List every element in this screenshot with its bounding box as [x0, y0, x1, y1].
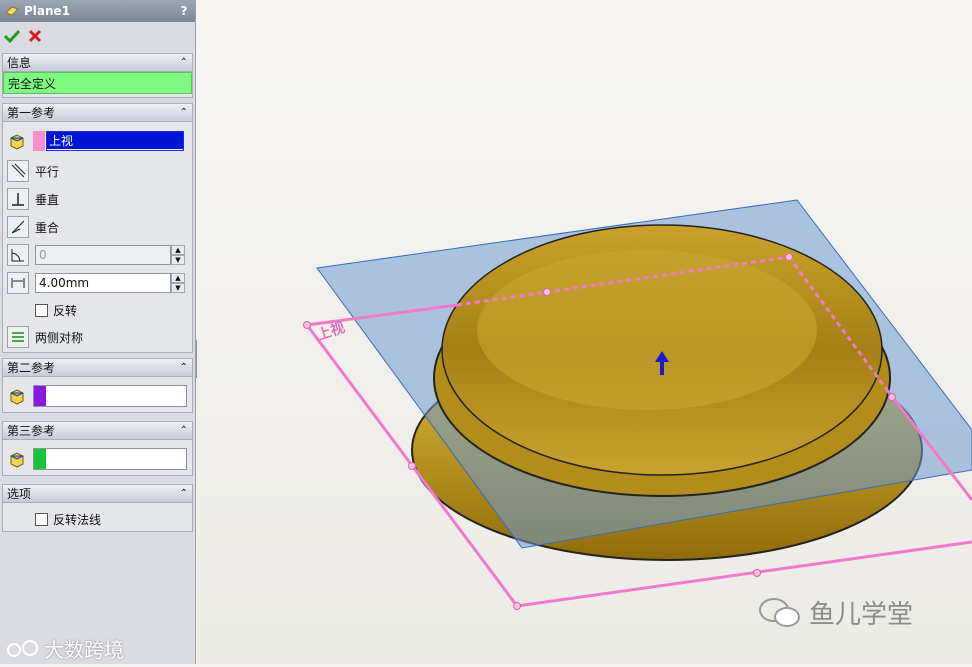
logo-icon — [6, 638, 44, 660]
reference-cube-icon — [7, 449, 27, 469]
parallel-label: 平行 — [35, 163, 59, 180]
first-ref-swatch — [33, 131, 45, 151]
distance-icon[interactable] — [7, 272, 29, 294]
info-header-label: 信息 — [7, 54, 31, 71]
options-header[interactable]: 选项 ⌃ — [3, 485, 192, 503]
collapse-icon[interactable]: ⌃ — [180, 488, 188, 499]
reference-cube-icon — [7, 131, 27, 151]
third-reference-field[interactable] — [33, 448, 187, 470]
collapse-icon[interactable]: ⌃ — [180, 362, 188, 373]
option-coincident[interactable]: 重合 — [7, 216, 59, 238]
action-row — [0, 22, 195, 50]
flip-normal-checkbox[interactable] — [35, 513, 48, 526]
flip-row[interactable]: 反转 — [35, 302, 77, 319]
angle-icon[interactable] — [7, 244, 29, 266]
model-canvas[interactable]: 上视 — [197, 0, 972, 664]
panel-title: Plane1 — [24, 4, 70, 18]
info-section: 信息 ⌃ 完全定义 — [2, 53, 193, 98]
distance-input[interactable]: 4.00mm — [35, 273, 171, 293]
distance-row: 4.00mm ▲▼ — [7, 272, 185, 294]
help-button[interactable]: ? — [177, 4, 191, 18]
coincident-icon[interactable] — [7, 216, 29, 238]
info-header[interactable]: 信息 ⌃ — [3, 54, 192, 72]
left-watermark: 大数跨境 — [6, 634, 124, 663]
ok-checkmark-icon[interactable] — [4, 29, 20, 43]
options-header-label: 选项 — [7, 485, 31, 502]
second-ref-swatch — [34, 386, 46, 406]
first-reference-value: 上视 — [47, 132, 183, 149]
panel-titlebar: Plane1 ? — [0, 0, 195, 22]
right-watermark: 鱼儿学堂 — [757, 594, 913, 631]
property-manager-panel: Plane1 ? 信息 ⌃ 完全定义 第一参考 ⌃ 上视 平行 垂直 — [0, 0, 196, 664]
options-section: 选项 ⌃ 反转法线 — [2, 484, 193, 532]
second-reference-row — [7, 385, 187, 407]
second-reference-field[interactable] — [33, 385, 187, 407]
second-reference-header[interactable]: 第二参考 ⌃ — [3, 359, 192, 377]
third-reference-header-label: 第三参考 — [7, 422, 55, 439]
graphics-viewport[interactable]: 上视 鱼儿学堂 — [197, 0, 972, 664]
mid-plane-row[interactable]: 两侧对称 — [7, 326, 83, 348]
plane-feature-icon — [4, 4, 20, 18]
first-reference-selection-row: 上视 — [7, 131, 185, 151]
angle-spinner[interactable]: ▲▼ — [171, 245, 185, 265]
flip-normal-row[interactable]: 反转法线 — [35, 511, 101, 528]
mid-plane-icon[interactable] — [7, 326, 29, 348]
first-reference-section: 第一参考 ⌃ 上视 平行 垂直 重合 0 ▲▼ — [2, 103, 193, 353]
first-reference-header[interactable]: 第一参考 ⌃ — [3, 104, 192, 122]
left-watermark-text: 大数跨境 — [44, 634, 124, 663]
flip-checkbox[interactable] — [35, 304, 48, 317]
right-watermark-text: 鱼儿学堂 — [809, 594, 913, 631]
third-ref-swatch — [34, 449, 46, 469]
third-reference-section: 第三参考 ⌃ — [2, 421, 193, 476]
first-reference-field[interactable]: 上视 — [33, 131, 185, 151]
status-badge: 完全定义 — [3, 72, 192, 94]
angle-row: 0 ▲▼ — [7, 244, 185, 266]
wechat-icon — [757, 595, 803, 631]
cancel-x-icon[interactable] — [28, 29, 42, 43]
flip-label: 反转 — [53, 302, 77, 319]
perpendicular-icon[interactable] — [7, 188, 29, 210]
third-reference-row — [7, 448, 187, 470]
second-reference-header-label: 第二参考 — [7, 359, 55, 376]
angle-input[interactable]: 0 — [35, 245, 171, 265]
parallel-icon[interactable] — [7, 160, 29, 182]
reference-cube-icon — [7, 386, 27, 406]
third-reference-header[interactable]: 第三参考 ⌃ — [3, 422, 192, 440]
coincident-label: 重合 — [35, 219, 59, 236]
collapse-icon[interactable]: ⌃ — [180, 107, 188, 118]
first-reference-header-label: 第一参考 — [7, 104, 55, 121]
distance-spinner[interactable]: ▲▼ — [171, 273, 185, 293]
perpendicular-label: 垂直 — [35, 191, 59, 208]
option-perpendicular[interactable]: 垂直 — [7, 188, 59, 210]
collapse-icon[interactable]: ⌃ — [180, 425, 188, 436]
second-reference-section: 第二参考 ⌃ — [2, 358, 193, 413]
mid-plane-label: 两侧对称 — [35, 329, 83, 346]
collapse-icon[interactable]: ⌃ — [180, 57, 188, 68]
flip-normal-label: 反转法线 — [53, 511, 101, 528]
option-parallel[interactable]: 平行 — [7, 160, 59, 182]
